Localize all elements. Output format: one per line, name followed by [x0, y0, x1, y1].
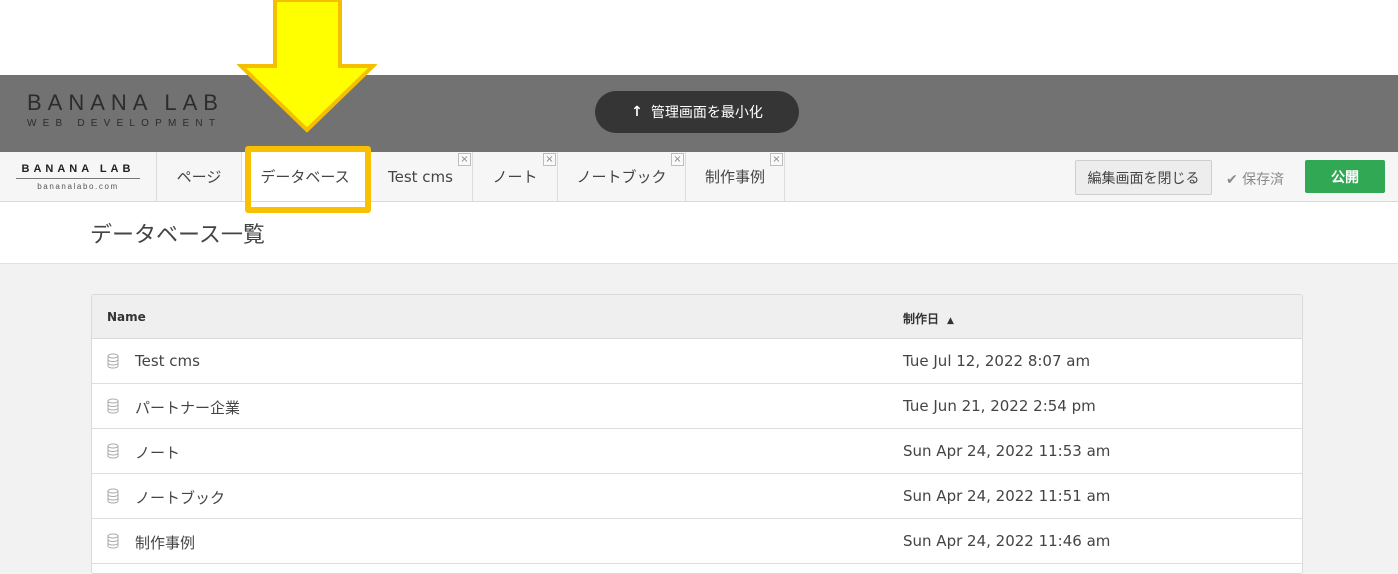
site-logo-divider — [16, 178, 140, 179]
close-editor-button[interactable]: 編集画面を閉じる — [1075, 160, 1212, 195]
database-icon — [107, 533, 119, 549]
tab-label: ページ — [176, 168, 222, 186]
tab-label: ノート — [492, 168, 538, 186]
minimize-admin-button[interactable]: ↑ 管理画面を最小化 — [595, 91, 799, 133]
page-header: データベース一覧 — [0, 202, 1398, 264]
admin-bar: BANANA LAB WEB DEVELOPMENT ↑ 管理画面を最小化 — [0, 75, 1398, 152]
close-tab-icon[interactable]: × — [543, 153, 556, 166]
database-created-date: Tue Jul 12, 2022 8:07 am — [903, 352, 1091, 370]
database-name: Test cms — [135, 352, 200, 370]
admin-logo-name: BANANA LAB — [27, 90, 224, 115]
tab-label: 制作事例 — [704, 168, 765, 186]
table-header: Name 制作日 ▲ — [92, 295, 1302, 339]
database-created-date: Tue Jun 21, 2022 2:54 pm — [903, 397, 1096, 415]
table-row[interactable]: ノートブック Sun Apr 24, 2022 11:51 am — [92, 474, 1302, 519]
sort-ascending-icon: ▲ — [947, 316, 954, 326]
database-icon — [107, 443, 119, 459]
database-icon — [107, 488, 119, 504]
database-icon — [107, 398, 119, 414]
database-table: Name 制作日 ▲ Test cms Tue Jul 12, 2022 8:07… — [91, 294, 1303, 574]
tab-bar: BANANA LAB bananalabo.com ページ データベース Tes… — [0, 152, 1398, 202]
saved-status: ✔ 保存済 — [1226, 172, 1285, 188]
table-row[interactable]: 制作事例 Sun Apr 24, 2022 11:46 am — [92, 519, 1302, 564]
admin-logo[interactable]: BANANA LAB WEB DEVELOPMENT — [27, 91, 224, 131]
tab-page[interactable]: ページ — [157, 152, 242, 201]
close-tab-icon[interactable]: × — [770, 153, 783, 166]
database-name: ノートブック — [135, 489, 226, 507]
database-name: 制作事例 — [135, 534, 196, 552]
site-logo-name: BANANA LAB — [21, 163, 135, 175]
tab-label: ノートブック — [576, 168, 667, 186]
tab-test-cms[interactable]: Test cms × — [369, 152, 473, 201]
tab-note[interactable]: ノート × — [473, 152, 558, 201]
database-created-date: Sun Apr 24, 2022 11:51 am — [903, 487, 1111, 505]
site-logo[interactable]: BANANA LAB bananalabo.com — [0, 152, 157, 201]
tab-works[interactable]: 制作事例 × — [686, 152, 785, 201]
database-icon — [107, 353, 119, 369]
database-created-date: Sun Apr 24, 2022 11:53 am — [903, 442, 1111, 460]
minimize-admin-label: 管理画面を最小化 — [650, 105, 763, 121]
top-whitespace — [0, 0, 1398, 75]
close-tab-icon[interactable]: × — [458, 153, 471, 166]
close-tab-icon[interactable]: × — [671, 153, 684, 166]
admin-logo-subtitle: WEB DEVELOPMENT — [27, 118, 222, 129]
tab-notebook[interactable]: ノートブック × — [558, 152, 686, 201]
column-header-name[interactable]: Name — [107, 310, 146, 324]
database-created-date: Sun Apr 24, 2022 11:46 am — [903, 532, 1111, 550]
table-row[interactable]: Test cms Tue Jul 12, 2022 8:07 am — [92, 339, 1302, 384]
page-title: データベース一覧 — [90, 223, 265, 248]
tab-highlight-box — [245, 146, 371, 213]
database-name: パートナー企業 — [135, 399, 241, 417]
table-row[interactable]: ノート Sun Apr 24, 2022 11:53 am — [92, 429, 1302, 474]
site-logo-url: bananalabo.com — [37, 182, 119, 191]
down-arrow-annotation-icon — [237, 0, 377, 133]
publish-button[interactable]: 公開 — [1305, 160, 1385, 193]
up-arrow-icon: ↑ — [631, 104, 643, 120]
table-row[interactable]: パートナー企業 Tue Jun 21, 2022 2:54 pm — [92, 384, 1302, 429]
column-header-created-date[interactable]: 制作日 ▲ — [903, 310, 954, 327]
database-name: ノート — [135, 444, 181, 462]
tab-label: Test cms — [388, 167, 453, 186]
column-header-date-label: 制作日 — [903, 312, 940, 326]
